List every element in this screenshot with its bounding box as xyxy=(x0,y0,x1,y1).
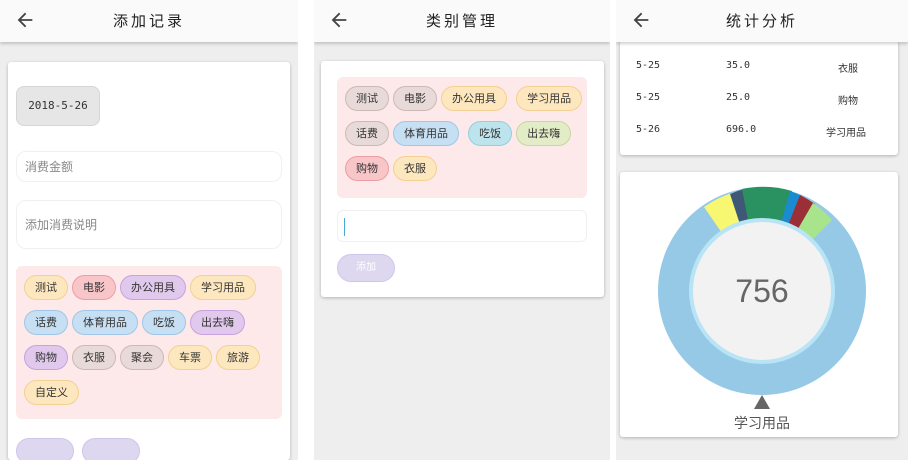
category-chip-group: 测试 电影 办公用具 学习用品话费 体育用品 吃饭 出去嗨购物 衣服 xyxy=(337,77,587,198)
category-chip[interactable]: 电影 xyxy=(72,275,116,300)
page-title: 类别管理 xyxy=(425,12,498,30)
record-category: 购物 xyxy=(838,96,858,107)
amount-input[interactable]: 消费金额 xyxy=(16,151,282,182)
record-amount: 25.0 xyxy=(726,92,751,103)
selected-category-label: 学习用品 xyxy=(734,416,790,432)
date-picker-button[interactable]: 2018-5-26 xyxy=(16,86,100,126)
category-chip[interactable]: 车票 xyxy=(168,345,212,370)
record-row: 5-25 25.0 购物 xyxy=(620,92,898,110)
category-chip[interactable]: 出去嗨 xyxy=(516,121,572,146)
record-row: 5-26 696.0 学习用品 xyxy=(620,124,898,142)
category-chip[interactable]: 出去嗨 xyxy=(190,310,245,335)
category-chip[interactable]: 购物 xyxy=(24,345,68,370)
page-title: 统计分析 xyxy=(725,12,798,30)
donut-total: 756 xyxy=(735,273,788,309)
category-chip[interactable]: 电影 xyxy=(393,86,437,111)
category-chip[interactable]: 体育用品 xyxy=(72,310,138,335)
category-chip[interactable]: 吃饭 xyxy=(468,121,513,146)
record-category: 学习用品 xyxy=(826,128,866,139)
add-category-button[interactable]: 添加 xyxy=(337,254,395,282)
records-list-card: 5-25 35.0 衣服 5-25 25.0 购物 5-26 696.0 学习用… xyxy=(620,40,898,155)
action-button[interactable] xyxy=(82,438,140,460)
category-chip[interactable]: 吃饭 xyxy=(142,310,186,335)
category-chip[interactable]: 体育用品 xyxy=(393,121,459,146)
category-chip[interactable]: 聚会 xyxy=(120,345,164,370)
action-button[interactable] xyxy=(16,438,74,460)
statistics-screen: 统计分析 5-25 35.0 衣服 5-25 25.0 购物 5-26 696.… xyxy=(616,0,908,460)
category-chip[interactable]: 办公用具 xyxy=(441,86,507,111)
category-chip[interactable]: 学习用品 xyxy=(190,275,256,300)
category-chip[interactable]: 旅游 xyxy=(216,345,260,370)
record-date: 5-25 xyxy=(636,92,661,103)
pie-chart-card: 756 学习用品 xyxy=(620,172,898,437)
category-management-screen: 类别管理 测试 电影 办公用具 学习用品话费 体育用品 吃饭 出去嗨购物 衣服 添加 xyxy=(314,0,610,460)
new-category-input[interactable] xyxy=(337,210,587,242)
add-record-screen: 添加记录 2018-5-26 消费金额 添加消费说明 测试 电影 办公用具 学习用品 … xyxy=(0,0,298,460)
text-cursor xyxy=(344,218,345,236)
category-chip-group: 测试 电影 办公用具 学习用品 话费 体育用品 吃饭 出去嗨 购物 衣服 聚会 车票 旅游 自定义 xyxy=(16,266,282,419)
page-title: 添加记录 xyxy=(112,12,185,30)
category-chip[interactable]: 话费 xyxy=(24,310,68,335)
category-card: 测试 电影 办公用具 学习用品话费 体育用品 吃饭 出去嗨购物 衣服 添加 xyxy=(321,61,604,297)
donut-chart[interactable]: 756 学习用品 xyxy=(620,172,898,437)
selection-pointer-icon xyxy=(754,395,770,409)
category-chip[interactable]: 测试 xyxy=(345,86,389,111)
category-chip[interactable]: 衣服 xyxy=(72,345,116,370)
category-chip[interactable]: 衣服 xyxy=(393,156,437,181)
app-bar: 统计分析 xyxy=(616,0,908,42)
record-date: 5-26 xyxy=(636,124,661,135)
record-date: 5-25 xyxy=(636,60,661,71)
category-chip[interactable]: 自定义 xyxy=(24,380,79,405)
record-form-card: 2018-5-26 消费金额 添加消费说明 测试 电影 办公用具 学习用品 话费 体育用… xyxy=(8,62,290,460)
category-chip[interactable]: 办公用具 xyxy=(120,275,186,300)
category-chip[interactable]: 学习用品 xyxy=(516,86,583,111)
record-amount: 35.0 xyxy=(726,60,751,71)
category-chip[interactable]: 测试 xyxy=(24,275,68,300)
record-amount: 696.0 xyxy=(726,124,757,135)
description-input[interactable]: 添加消费说明 xyxy=(16,200,282,249)
app-bar: 类别管理 xyxy=(314,0,610,42)
record-row: 5-25 35.0 衣服 xyxy=(620,60,898,78)
app-bar: 添加记录 xyxy=(0,0,298,42)
record-category: 衣服 xyxy=(838,64,858,75)
category-chip[interactable]: 话费 xyxy=(345,121,389,146)
category-chip[interactable]: 购物 xyxy=(345,156,389,181)
